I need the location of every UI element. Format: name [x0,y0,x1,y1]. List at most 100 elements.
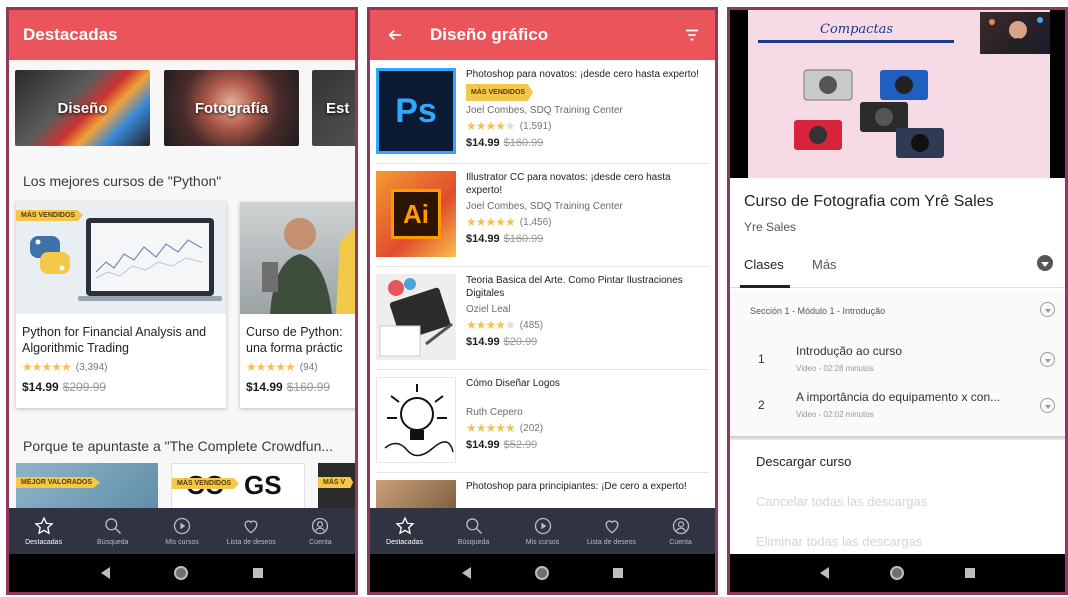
course-price: $14.99 [466,137,500,149]
lightbulb-sketch-illustration [384,384,454,457]
rating-count: (3,394) [75,361,108,373]
course-rating: ★★★★★ (94) [240,360,355,374]
nav-wishlist[interactable]: Lista de deseos [217,508,286,554]
nav-label: Búsqueda [97,539,129,546]
nav-label: Cuenta [669,539,692,546]
filter-icon[interactable] [683,26,701,44]
presenter-avatar [989,17,1043,54]
course-rating: ★★★★★ (1,456) [466,216,705,229]
top-rated-badge: MEJOR VALORADOS [16,477,101,488]
course-list-item[interactable]: Cómo Diseñar Logos Ruth Cepero ★★★★★ (202… [376,371,709,473]
section-title: Porque te apuntaste a "The Complete Crow… [23,438,334,454]
search-icon [465,518,482,535]
back-icon[interactable] [820,567,830,579]
rating-count: (485) [519,320,544,331]
art-theory-thumbnail [376,274,456,360]
course-thumbnail [240,202,355,314]
home-icon[interactable] [535,566,549,580]
nav-search[interactable]: Búsqueda [439,508,508,554]
download-all-icon[interactable] [1037,255,1053,271]
star-rating-icon: ★★★★★ [246,360,296,374]
course-title: Illustrator CC para novatos: ¡desde cero… [466,172,671,196]
video-player[interactable]: Compactas [730,10,1065,178]
course-list-item[interactable]: Ps Photoshop para novatos: ¡desde cero h… [376,62,709,164]
lesson-title: A importância do equipamento x con... [796,390,1001,404]
back-icon[interactable] [101,567,111,579]
download-icon[interactable] [1040,352,1055,367]
recent-apps-icon[interactable] [613,568,623,578]
star-rating-icon: ★★★★★ [22,360,72,374]
lesson-item[interactable]: 1 Introdução ao curso Video - 02:28 minu… [730,340,1065,380]
course-title: Teoria Basica del Arte. Como Pintar Ilus… [466,275,683,299]
course-instructor: Ruth Cepero [466,407,523,418]
bestseller-badge: MÁS V [318,477,354,488]
recent-apps-icon[interactable] [964,568,975,578]
bottom-sheet-menu: Descargar curso Cancelar todas las desca… [730,440,1065,554]
nav-my-courses[interactable]: Mis cursos [147,508,216,554]
category-card-partial[interactable]: Est [312,70,355,146]
nav-label: Mis cursos [525,539,560,546]
rating-count: (202) [519,423,544,434]
star-rating-icon: ★★★★★ [466,421,516,435]
menu-item-download-course[interactable]: Descargar curso [756,454,851,469]
page-title: Diseño gráfico [430,25,549,44]
nav-search[interactable]: Búsqueda [78,508,147,554]
course-instructor: Yre Sales [744,220,797,234]
category-card-photography[interactable]: Fotografía [164,70,299,146]
bottom-navigation: Destacadas Búsqueda Mis cursos Lista de … [9,508,355,554]
caption-underline [758,40,954,43]
course-rating: ★★★★★ (1,591) [466,120,705,133]
course-list-item[interactable]: Ai Illustrator CC para novatos: ¡desde c… [376,165,709,267]
back-arrow-icon[interactable] [386,26,404,44]
menu-item-delete-downloads[interactable]: Eliminar todas las descargas [756,534,922,549]
bottom-navigation: Destacadas Búsqueda Mis cursos Lista de … [370,508,715,554]
section-label: Sección 1 - Módulo 1 - Introdução [750,306,886,316]
webcam-overlay [980,12,1050,54]
course-price-row: $14.99 $160.99 [240,374,355,394]
account-icon [672,517,689,535]
category-label: Est [326,99,350,117]
course-price: $14.99 [466,233,500,245]
course-old-price: $160.99 [286,380,331,394]
nav-wishlist[interactable]: Lista de deseos [577,508,646,554]
home-icon[interactable] [889,566,904,580]
nav-featured[interactable]: Destacadas [9,508,78,554]
tab-more[interactable]: Más [812,257,837,272]
app-bar: Destacadas [9,10,355,60]
download-icon[interactable] [1040,398,1055,413]
course-card[interactable]: MÁS VENDIDOS Python for Financial Analys… [16,202,226,408]
nav-label: Mis cursos [165,539,199,546]
nav-label: Destacadas [386,539,423,546]
category-label: Fotografía [194,99,269,117]
nav-account[interactable]: Cuenta [646,508,715,554]
course-card[interactable]: Curso de Python: una forma práctic ★★★★★… [240,202,355,408]
nav-account[interactable]: Cuenta [286,508,355,554]
back-icon[interactable] [462,567,471,579]
system-nav-bar [370,554,715,592]
home-icon[interactable] [174,566,189,580]
lesson-item[interactable]: 2 A importância do equipamento x con... … [730,386,1065,426]
tab-classes[interactable]: Clases [744,257,784,272]
logo-design-thumbnail [376,377,456,463]
instructor-photo [262,218,355,314]
cameras-image [794,69,944,158]
play-icon [534,517,551,535]
nav-label: Búsqueda [457,539,490,546]
nav-my-courses[interactable]: Mis cursos [508,508,577,554]
menu-item-cancel-downloads[interactable]: Cancelar todas las descargas [756,494,927,509]
course-rating: ★★★★★ (485) [466,319,705,332]
lesson-meta: Video - 02:28 minutos [796,364,874,373]
nav-label: Cuenta [309,539,332,546]
course-title: Curso de Fotografia com Yrê Sales [744,193,994,210]
heart-icon [244,520,258,534]
bestseller-badge: MÁS VENDIDOS [466,84,534,101]
page-title: Destacadas [23,25,118,44]
course-title: Photoshop para principiantes: ¡De cero a… [466,481,687,492]
recent-apps-icon[interactable] [252,568,263,578]
category-card-design[interactable]: Diseño [15,70,150,146]
tab-bar: Clases Más [730,250,1065,288]
download-icon[interactable] [1040,302,1055,317]
nav-featured[interactable]: Destacadas [370,508,439,554]
course-list-item[interactable]: Teoria Basica del Arte. Como Pintar Ilus… [376,268,709,370]
course-instructor: Joel Combes, SDQ Training Center [466,105,623,116]
